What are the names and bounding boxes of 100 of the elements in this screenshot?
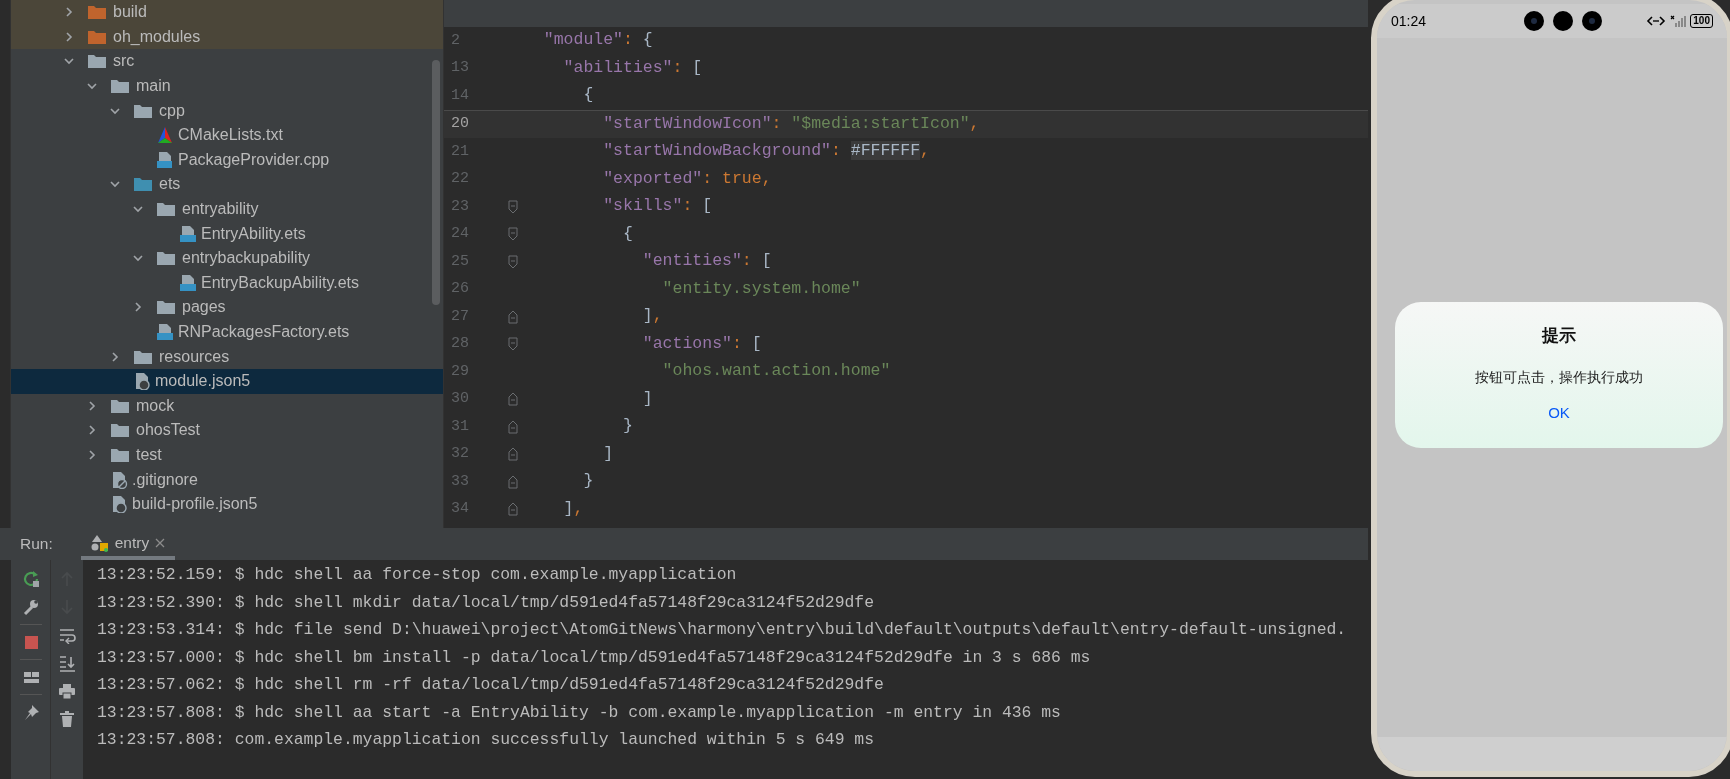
tree-row[interactable]: pages	[11, 295, 443, 320]
code-line: ],	[641, 305, 663, 328]
tree-row[interactable]: test	[11, 442, 443, 468]
tree-item-label: src	[113, 51, 135, 72]
code-line: {	[622, 222, 633, 245]
tree-item-label: entrybackupability	[182, 248, 311, 269]
chevron-right-icon[interactable]	[132, 301, 144, 314]
tree-row[interactable]: resources	[11, 344, 443, 369]
soft-wrap-icon	[58, 626, 76, 644]
tree-row[interactable]: build-profile.json5	[11, 491, 443, 517]
chevron-right-icon[interactable]	[86, 449, 98, 461]
tree-row[interactable]: entrybackupability	[11, 245, 443, 271]
tree-item-label: PackageProvider.cpp	[178, 149, 330, 170]
line-number: 13	[450, 58, 470, 78]
tree-item-label: entryability	[182, 199, 259, 220]
data-transfer-icon	[1646, 15, 1667, 27]
fold-end-icon[interactable]	[508, 447, 518, 462]
tree-item-label: ohosTest	[136, 420, 201, 441]
line-number: 14	[450, 85, 470, 106]
chevron-right-icon[interactable]	[109, 350, 121, 363]
tree-row-selected[interactable]: module.json5	[11, 368, 443, 394]
code-line: "entities": [	[641, 250, 772, 273]
tree-item-label: mock	[136, 395, 175, 416]
tree-item-label: oh_modules	[113, 26, 201, 47]
fold-start-icon[interactable]	[508, 227, 518, 242]
console-line: 13:23:52.390: $ hdc shell mkdir data/local/tmp/d591ed4fa57148f29ca3124f52d29dfe	[97, 591, 876, 614]
wrench-icon	[21, 598, 40, 616]
line-number: 22	[450, 169, 470, 189]
console-line: 13:23:57.000: $ hdc shell bm install -p data/local/tmp/d591ed4fa57148f29ca3124f52d29dfe in 3 s 686 ms	[97, 646, 1092, 669]
signal-icon	[1670, 15, 1687, 27]
tree-item-label: EntryAbility.ets	[201, 223, 306, 244]
code-line: "startWindowIcon": "$media:startIcon",	[602, 112, 980, 135]
status-time: 01:24	[1391, 11, 1427, 31]
console-line: 13:23:57.062: $ hdc shell rm -rf data/local/tmp/d591ed4fa57148f29ca3124f52d29dfe	[97, 674, 885, 696]
fold-start-icon[interactable]	[508, 254, 518, 269]
tree-row[interactable]: RNPackagesFactory.ets	[11, 319, 443, 345]
tree-row[interactable]: ohosTest	[11, 418, 443, 443]
tree-row[interactable]: PackageProvider.cpp	[11, 147, 443, 173]
line-number: 31	[450, 416, 470, 437]
code-line: ]	[602, 442, 614, 465]
tree-row[interactable]: cpp	[11, 98, 443, 123]
tree-row[interactable]: .gitignore	[11, 467, 443, 492]
tree-item-label: cpp	[159, 100, 185, 121]
code-line: "ohos.want.action.home"	[661, 360, 891, 383]
run-config-icon	[90, 534, 109, 552]
console-line: 13:23:52.159: $ hdc shell aa force-stop com.example.myapplication	[97, 564, 738, 586]
code-line: "entity.system.home"	[661, 277, 861, 300]
tree-item-label: test	[136, 445, 162, 465]
tree-row[interactable]: src	[11, 49, 443, 74]
tree-item-label: module.json5	[155, 371, 251, 392]
code-line: {	[582, 84, 594, 107]
close-icon	[155, 538, 166, 548]
camera-cutout-icon	[1524, 10, 1604, 32]
rerun-icon	[21, 570, 40, 588]
tree-row[interactable]: EntryAbility.ets	[11, 221, 443, 246]
line-number: 2	[450, 30, 461, 51]
code-line: "skills": [	[602, 195, 713, 218]
fold-end-icon[interactable]	[508, 309, 518, 324]
fold-start-icon[interactable]	[508, 337, 518, 352]
fold-end-icon[interactable]	[508, 474, 518, 489]
scroll-to-end-icon	[58, 654, 76, 672]
line-number: 20	[450, 114, 470, 134]
code-line: ]	[641, 387, 653, 410]
dialog-message: 按钮可点击，操作执行成功	[1475, 367, 1643, 387]
scrollbar-thumb[interactable]	[432, 60, 440, 305]
chevron-right-icon[interactable]	[86, 424, 98, 437]
tree-item-label: EntryBackupAbility.ets	[201, 272, 359, 293]
tree-item-label: ets	[159, 174, 181, 195]
tree-item-label: build	[113, 2, 147, 23]
tree-row[interactable]: ets	[11, 172, 443, 197]
line-number: 21	[450, 141, 470, 162]
chevron-right-icon[interactable]	[86, 399, 98, 412]
tree-item-label: main	[136, 76, 171, 97]
fold-start-icon[interactable]	[508, 199, 518, 214]
line-number: 34	[450, 499, 470, 519]
code-line: "actions": [	[641, 332, 762, 355]
chevron-right-icon[interactable]	[63, 30, 75, 43]
fold-end-icon[interactable]	[508, 392, 518, 407]
line-number: 33	[450, 471, 470, 492]
tree-item-label: CMakeLists.txt	[178, 125, 283, 146]
ok-button[interactable]: OK	[1542, 401, 1576, 424]
chevron-right-icon[interactable]	[63, 6, 75, 19]
tree-row[interactable]: main	[11, 73, 443, 99]
fold-end-icon[interactable]	[508, 419, 518, 434]
tree-row-highlight[interactable]: build	[11, 0, 443, 25]
line-number: 28	[450, 334, 470, 354]
code-line: ],	[562, 497, 584, 520]
line-number: 29	[450, 361, 470, 382]
trash-icon	[58, 710, 76, 728]
tree-row-highlight[interactable]: oh_modules	[11, 24, 443, 50]
console-line: 13:23:57.808: com.example.myapplication successfully launched within 5 s 649 ms	[97, 729, 876, 751]
tree-row[interactable]: entryability	[11, 196, 443, 222]
code-line: "module": {	[542, 29, 653, 52]
tree-row[interactable]: CMakeLists.txt	[11, 122, 443, 148]
tree-row[interactable]: EntryBackupAbility.ets	[11, 270, 443, 296]
tree-item-label: build-profile.json5	[132, 494, 258, 515]
fold-end-icon[interactable]	[508, 502, 518, 517]
battery-indicator: 100	[1690, 14, 1713, 28]
tree-row[interactable]: mock	[11, 393, 443, 419]
run-tab[interactable]: entry	[80, 530, 176, 560]
